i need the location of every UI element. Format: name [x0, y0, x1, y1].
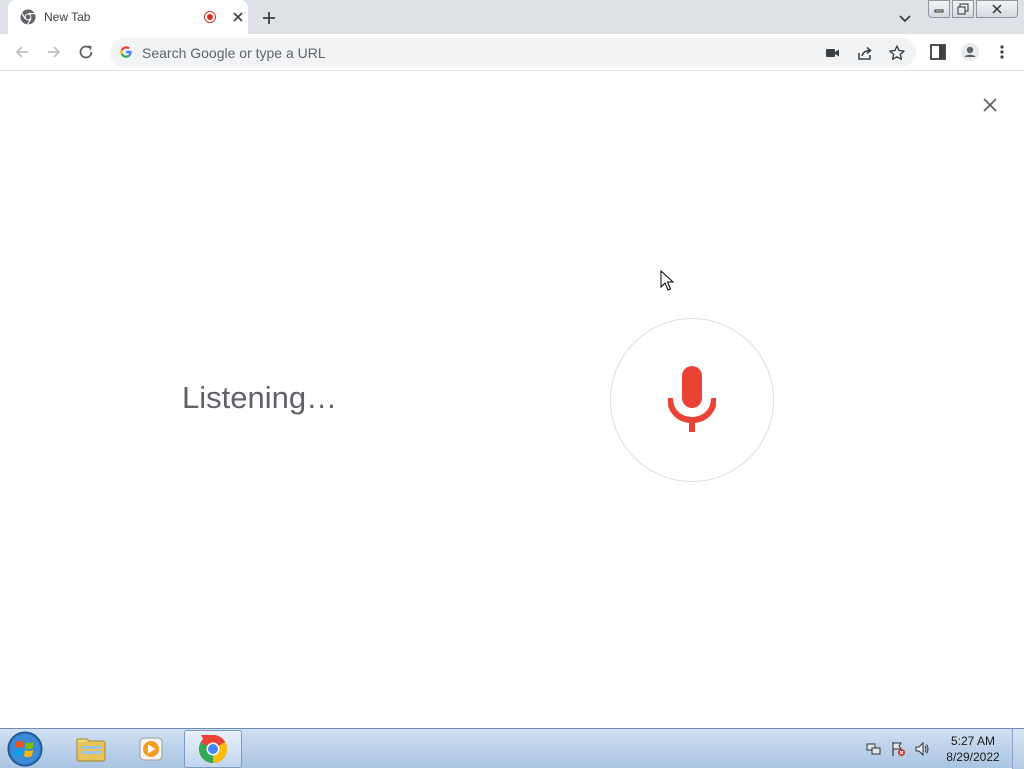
mouse-cursor-icon: [660, 270, 675, 291]
camera-in-use-icon[interactable]: [824, 44, 842, 62]
tab-title: New Tab: [44, 10, 91, 24]
voice-search-close-icon[interactable]: [980, 95, 1000, 115]
share-icon[interactable]: [856, 44, 874, 62]
bookmark-star-icon[interactable]: [888, 44, 906, 62]
forward-arrow-icon[interactable]: [44, 42, 64, 62]
tab-search-chevron-icon[interactable]: [895, 8, 915, 28]
recording-dot-icon: [204, 11, 216, 23]
windows-taskbar: 5:27 AM 8/29/2022: [0, 728, 1024, 769]
media-player-icon: [139, 737, 163, 761]
clock-date: 8/29/2022: [946, 750, 1000, 764]
taskbar-file-explorer[interactable]: [62, 730, 120, 768]
chrome-icon: [20, 9, 36, 25]
new-tab-button[interactable]: [258, 7, 280, 29]
chrome-icon: [199, 735, 227, 763]
browser-toolbar: [0, 34, 1024, 71]
google-g-icon: [120, 46, 132, 58]
clock-time: 5:27 AM: [950, 734, 996, 748]
address-input[interactable]: [142, 38, 782, 67]
window-minimize-button[interactable]: [928, 0, 950, 18]
window-close-button[interactable]: [976, 0, 1018, 18]
system-clock[interactable]: 5:27 AM 8/29/2022: [940, 733, 1006, 765]
listening-status-text: Listening…: [182, 380, 338, 415]
window-restore-button[interactable]: [952, 0, 974, 18]
microphone-button[interactable]: [610, 318, 774, 482]
tab-strip: New Tab: [0, 0, 1024, 34]
network-tray-icon[interactable]: [866, 741, 882, 757]
microphone-icon: [668, 366, 716, 432]
taskbar-chrome[interactable]: [184, 730, 242, 768]
show-desktop-button[interactable]: [1012, 729, 1024, 769]
profile-avatar-icon[interactable]: [960, 42, 980, 62]
back-arrow-icon[interactable]: [12, 42, 32, 62]
tab-new-tab[interactable]: New Tab: [8, 0, 248, 34]
action-center-flag-icon[interactable]: [890, 741, 906, 757]
side-panel-icon[interactable]: [928, 42, 948, 62]
reload-icon[interactable]: [76, 42, 96, 62]
kebab-menu-icon[interactable]: [992, 42, 1012, 62]
omnibox[interactable]: [110, 38, 916, 67]
tab-close-icon[interactable]: [230, 9, 246, 25]
taskbar-media-player[interactable]: [122, 730, 180, 768]
start-button-windows-icon[interactable]: [5, 731, 45, 767]
volume-speaker-icon[interactable]: [914, 741, 930, 757]
file-explorer-icon: [76, 738, 106, 762]
